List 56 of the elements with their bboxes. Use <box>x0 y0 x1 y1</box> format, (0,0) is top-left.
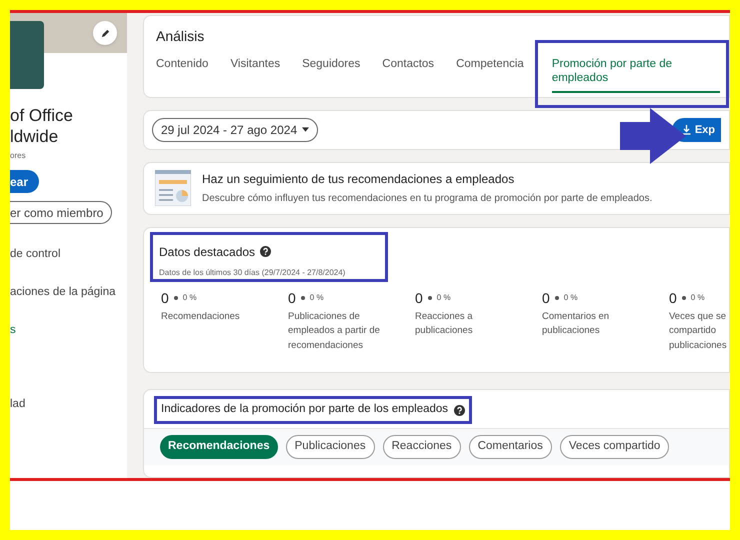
download-icon <box>682 124 691 135</box>
analytics-tab[interactable]: Seguidores <box>302 57 360 77</box>
help-icon[interactable] <box>454 404 466 416</box>
stat-value: 0 <box>415 288 423 308</box>
stat-label: Veces que se compartido publicaciones <box>669 310 728 353</box>
dot-icon <box>174 296 178 300</box>
sidebar-nav-item[interactable]: aciones de la página <box>10 278 127 316</box>
analytics-tab[interactable]: Promoción por parte de empleados <box>552 57 720 93</box>
sidebar-nav-item[interactable]: lad <box>10 390 127 428</box>
stat-change: 0 % <box>690 292 705 304</box>
page-title: Análisis <box>156 27 206 46</box>
dot-icon <box>428 296 432 300</box>
report-illustration-icon <box>155 170 191 206</box>
stat-label: Reacciones a publicaciones <box>415 310 474 338</box>
analytics-tab[interactable]: Competencia <box>456 57 524 77</box>
sidebar-nav-item[interactable]: s <box>10 316 127 354</box>
stat-change: 0 % <box>436 292 451 304</box>
stat-label: Publicaciones de empleados a partir de recomendaciones <box>288 310 381 353</box>
filter-chip[interactable]: Reacciones <box>382 435 461 460</box>
page-name: ldwide <box>10 126 60 147</box>
dot-icon <box>554 296 559 300</box>
company-logo <box>10 21 44 89</box>
section-title: Datos destacados <box>159 244 256 261</box>
pencil-icon <box>100 28 110 38</box>
filter-chip[interactable]: Recomendaciones <box>160 435 278 460</box>
create-button[interactable]: ear <box>10 170 39 193</box>
date-range-dropdown[interactable]: 29 jul 2024 - 27 ago 2024 <box>152 118 318 142</box>
page-name: of Office <box>10 105 74 126</box>
stat-label: Comentarios en publicaciones <box>542 310 610 338</box>
analytics-tab[interactable]: Contenido <box>156 57 208 77</box>
arrow-icon <box>620 108 686 164</box>
edit-button[interactable] <box>93 21 117 45</box>
sidebar-nav-item[interactable]: de control <box>10 240 127 278</box>
filter-chip[interactable]: Publicaciones <box>286 435 375 460</box>
dot-icon <box>300 296 305 300</box>
stat-value: 0 <box>669 288 677 308</box>
view-as-member-button[interactable]: er como miembro <box>10 201 112 224</box>
stat-value: 0 <box>542 288 550 308</box>
stat-change: 0 % <box>310 292 324 304</box>
filter-chip[interactable]: Comentarios <box>468 435 552 460</box>
help-icon[interactable] <box>260 246 272 258</box>
stat-value: 0 <box>288 288 296 308</box>
caret-icon <box>302 127 310 132</box>
banner-description: Descubre cómo influyen tus recomendaciones en tu programa de promoción por parte de empleados. <box>202 192 652 206</box>
analytics-tab[interactable]: Visitantes <box>230 57 280 77</box>
followers-count: ores <box>10 150 27 162</box>
stat-change: 0 % <box>564 292 578 304</box>
stat-value: 0 <box>161 288 169 308</box>
analytics-tab[interactable]: Contactos <box>382 57 434 77</box>
stat-change: 0 % <box>182 292 197 304</box>
filter-chip[interactable]: Veces compartido <box>560 435 670 460</box>
section-title: Indicadores de la promoción por parte de los empleados <box>161 402 448 418</box>
stat-label: Recomendaciones <box>161 310 241 324</box>
banner-title: Haz un seguimiento de tus recomendaciones a empleados <box>202 171 516 188</box>
section-subtitle: Datos de los últimos 30 días (29/7/2024 - 27/8/2024) <box>159 266 346 279</box>
dot-icon <box>682 296 686 300</box>
